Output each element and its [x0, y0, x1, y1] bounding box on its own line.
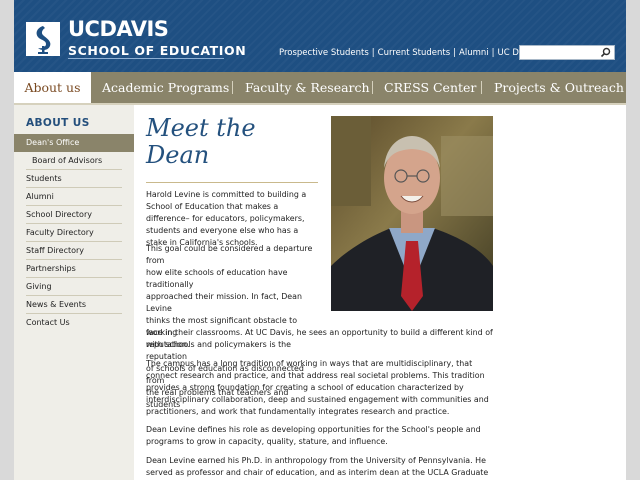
title-divider: [146, 182, 318, 183]
sidebar-item-contact-us[interactable]: Contact Us: [14, 314, 134, 332]
sidebar-item-school-directory[interactable]: School Directory: [14, 206, 134, 224]
paragraph-2-line: approached their mission. In fact, Dean …: [146, 292, 302, 313]
left-gutter: [0, 0, 14, 480]
search-icon[interactable]: [600, 47, 611, 58]
paragraph-5: Dean Levine earned his Ph.D. in anthropo…: [146, 456, 489, 477]
nav-faculty-research[interactable]: Faculty & Research: [245, 72, 370, 103]
sidebar-item-partnerships[interactable]: Partnerships: [14, 260, 134, 278]
nav-divider: [232, 81, 233, 94]
sidebar-item-deans-office[interactable]: Dean's Office: [14, 134, 134, 152]
sidebar-item-faculty-directory[interactable]: Faculty Directory: [14, 224, 134, 242]
nav-about-us[interactable]: About us: [14, 72, 91, 103]
sidebar-item-alumni[interactable]: Alumni: [14, 188, 134, 206]
search-box: [519, 45, 615, 65]
link-current-students[interactable]: Current Students: [378, 48, 451, 58]
logo-school-name[interactable]: SCHOOL OF EDUCATION: [68, 44, 246, 58]
right-gutter: [626, 0, 640, 480]
paragraph-2-line: This goal could be considered a departur…: [146, 244, 313, 265]
search-input[interactable]: [520, 52, 600, 65]
nav-divider: [372, 81, 373, 94]
nav-cress-center[interactable]: CRESS Center: [384, 72, 476, 103]
paragraph-3: The campus has a long tradition of worki…: [146, 359, 489, 416]
page-title: Meet the Dean: [146, 114, 256, 169]
paragraph-2-tail: face in their classrooms. At UC Davis, h…: [146, 328, 493, 349]
site-header: UCDAVIS SCHOOL OF EDUCATION Prospective …: [14, 0, 626, 72]
sidebar-item-giving[interactable]: Giving: [14, 278, 134, 296]
utility-links: Prospective Students | Current Students | Al…: [279, 48, 536, 58]
nav-projects-outreach[interactable]: Projects & Outreach: [494, 72, 624, 103]
sidebar-item-staff-directory[interactable]: Staff Directory: [14, 242, 134, 260]
paragraph-2-line: how elite schools of education have trad…: [146, 268, 288, 289]
link-prospective-students[interactable]: Prospective Students: [279, 48, 369, 58]
logo-divider: [68, 58, 224, 59]
sidebar: ABOUT US Dean's Office Board of Advisors…: [14, 105, 134, 480]
sidebar-title: ABOUT US: [26, 117, 90, 129]
intro-paragraph: Harold Levine is committed to building a…: [146, 190, 307, 247]
logo-wordmark[interactable]: UCDAVIS: [68, 18, 169, 40]
sidebar-item-board-of-advisors[interactable]: Board of Advisors: [14, 152, 134, 170]
main-nav: About us Academic Programs Faculty & Res…: [14, 72, 626, 105]
page: UCDAVIS SCHOOL OF EDUCATION Prospective …: [14, 0, 626, 480]
dean-portrait-photo: [331, 116, 493, 311]
sidebar-item-news-events[interactable]: News & Events: [14, 296, 134, 314]
uc-davis-logo-icon[interactable]: [26, 22, 60, 56]
link-alumni[interactable]: Alumni: [459, 48, 489, 58]
nav-divider: [481, 81, 482, 94]
nav-academic-programs[interactable]: Academic Programs: [102, 72, 229, 103]
paragraph-4: Dean Levine defines his role as developi…: [146, 425, 481, 446]
sidebar-menu: Dean's Office Board of Advisors Students…: [14, 134, 134, 332]
sidebar-item-students[interactable]: Students: [14, 170, 134, 188]
